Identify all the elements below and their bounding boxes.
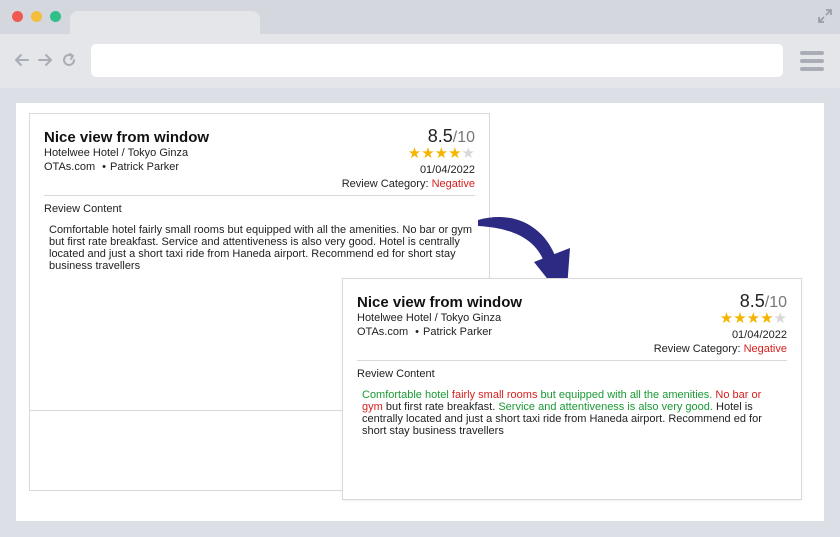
review-score: 8.5/10 (740, 291, 787, 312)
review-content-text: Comfortable hotel fairly small rooms but… (49, 224, 473, 272)
reload-icon[interactable] (61, 52, 77, 68)
back-arrow-icon[interactable] (14, 52, 30, 68)
hotel-name: Hotelwee Hotel / Tokyo Ginza (44, 147, 189, 159)
separator: • (415, 326, 419, 338)
score-max: /10 (764, 294, 787, 311)
negative-phrase: fairly small rooms (451, 389, 538, 401)
review-header: Nice view from window Hotelwee Hotel / T… (44, 114, 475, 196)
score-max: /10 (452, 129, 475, 146)
review-date: 01/04/2022 (419, 164, 475, 176)
reviewer-name: Patrick Parker (110, 161, 180, 173)
maximize-window-button[interactable] (50, 11, 61, 22)
hotel-name: Hotelwee Hotel / Tokyo Ginza (357, 312, 502, 324)
review-header: Nice view from window Hotelwee Hotel / T… (357, 279, 787, 361)
expand-icon[interactable] (818, 9, 832, 23)
title-bar (0, 0, 840, 34)
forward-arrow-icon[interactable] (37, 52, 53, 68)
review-source: OTAs.com • Patrick Parker (357, 326, 492, 338)
positive-phrase: Service and attentiveness is also very g… (498, 401, 713, 413)
star-filled-icon: ★ (434, 145, 449, 162)
browser-tab[interactable] (70, 11, 260, 34)
review-source: OTAs.com • Patrick Parker (44, 161, 179, 173)
review-card-highlighted: Nice view from window Hotelwee Hotel / T… (342, 278, 802, 500)
star-filled-icon: ★ (407, 145, 422, 162)
category-value: Negative (431, 178, 475, 190)
star-filled-icon: ★ (719, 310, 734, 327)
positive-phrase: Comfortable hotel (362, 389, 452, 401)
hamburger-menu-icon[interactable] (800, 51, 824, 71)
close-window-button[interactable] (12, 11, 23, 22)
reviewer-name: Patrick Parker (423, 326, 493, 338)
review-category: Review Category: Negative (342, 178, 475, 190)
source-site: OTAs.com (44, 161, 96, 173)
star-filled-icon: ★ (733, 310, 747, 327)
browser-chrome (0, 0, 840, 88)
review-content-highlighted: Comfortable hotel fairly small rooms but… (362, 389, 782, 437)
star-filled-icon: ★ (448, 145, 462, 162)
category-label: Review Category: (653, 343, 741, 355)
neutral-phrase: but first rate breakfast. (382, 401, 499, 413)
minimize-window-button[interactable] (31, 11, 42, 22)
star-rating: ★★★★★ (720, 311, 787, 326)
review-category: Review Category: Negative (654, 343, 787, 355)
review-title: Nice view from window (44, 129, 210, 146)
review-title: Nice view from window (357, 294, 523, 311)
review-score: 8.5/10 (428, 126, 475, 147)
separator: • (102, 161, 106, 173)
score-value: 8.5 (739, 291, 765, 311)
star-rating: ★★★★★ (408, 146, 475, 161)
star-filled-icon: ★ (746, 310, 761, 327)
review-date: 01/04/2022 (731, 329, 787, 341)
star-filled-icon: ★ (760, 310, 774, 327)
category-value: Negative (743, 343, 787, 355)
positive-phrase: but equipped with all the amenities. (537, 389, 716, 401)
star-filled-icon: ★ (421, 145, 435, 162)
review-content-label: Review Content (357, 368, 435, 380)
star-empty-icon: ★ (773, 310, 787, 327)
score-value: 8.5 (427, 126, 453, 146)
category-label: Review Category: (341, 178, 429, 190)
star-empty-icon: ★ (461, 145, 475, 162)
source-site: OTAs.com (357, 326, 409, 338)
review-content-label: Review Content (44, 203, 122, 215)
address-bar[interactable] (91, 44, 783, 77)
